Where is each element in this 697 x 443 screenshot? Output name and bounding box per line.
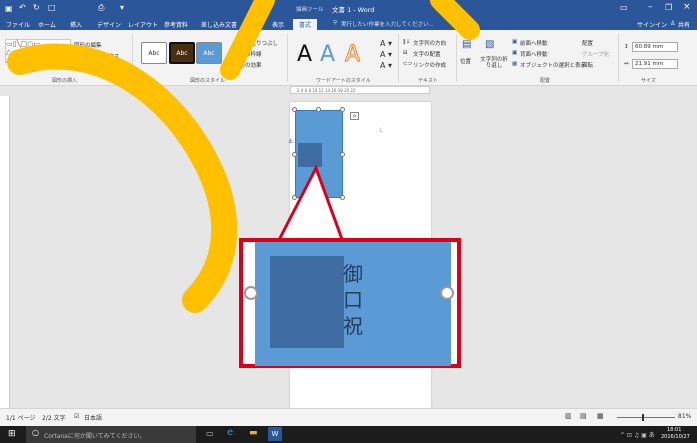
zoom-char-3: 祝: [343, 314, 363, 338]
cortana-icon: ○: [32, 428, 39, 437]
zoom-char-1: 御: [343, 262, 363, 286]
status-bar: 1/1 ページ 2/2 文字 ☑ 日本語 ▥ ▤ ▦ 81%: [0, 408, 697, 426]
file-explorer-icon[interactable]: ▬: [249, 428, 258, 438]
zoom-char-2: 口: [343, 288, 363, 312]
page-count[interactable]: 1/1 ページ: [6, 413, 35, 422]
zoom-resize-handle-left: [244, 286, 258, 300]
start-windows-icon[interactable]: ⊞: [8, 429, 16, 439]
system-tray-icons[interactable]: ^ ⊡ ♫ ▣ あ: [620, 430, 655, 439]
web-layout-icon[interactable]: ▦: [597, 412, 604, 420]
proofing-icon[interactable]: ☑: [74, 413, 79, 420]
zoom-level[interactable]: 81%: [678, 413, 691, 420]
edge-icon[interactable]: e: [227, 427, 233, 438]
clock-time[interactable]: 18:01: [667, 427, 681, 433]
callout-pointer: [275, 164, 346, 244]
task-view-icon[interactable]: ▭: [206, 429, 214, 438]
print-layout-icon[interactable]: ▤: [580, 412, 587, 420]
cortana-placeholder[interactable]: Cortanaに何か聞いてみてください。: [44, 431, 145, 440]
zoom-slider-thumb[interactable]: [642, 414, 644, 421]
language[interactable]: 日本語: [84, 413, 102, 422]
word-count[interactable]: 2/2 文字: [42, 413, 66, 422]
zoom-slider[interactable]: [617, 417, 675, 418]
word-taskbar-icon[interactable]: W: [268, 427, 282, 441]
clock-date[interactable]: 2016/10/27: [661, 434, 690, 440]
taskbar: ⊞ ○ Cortanaに何か聞いてみてください。 ▭ e ▬ W ^ ⊡ ♫ ▣…: [0, 426, 697, 443]
zoom-inner-rectangle: [270, 256, 344, 348]
zoom-resize-handle-right: [440, 286, 454, 300]
read-mode-icon[interactable]: ▥: [565, 412, 572, 420]
